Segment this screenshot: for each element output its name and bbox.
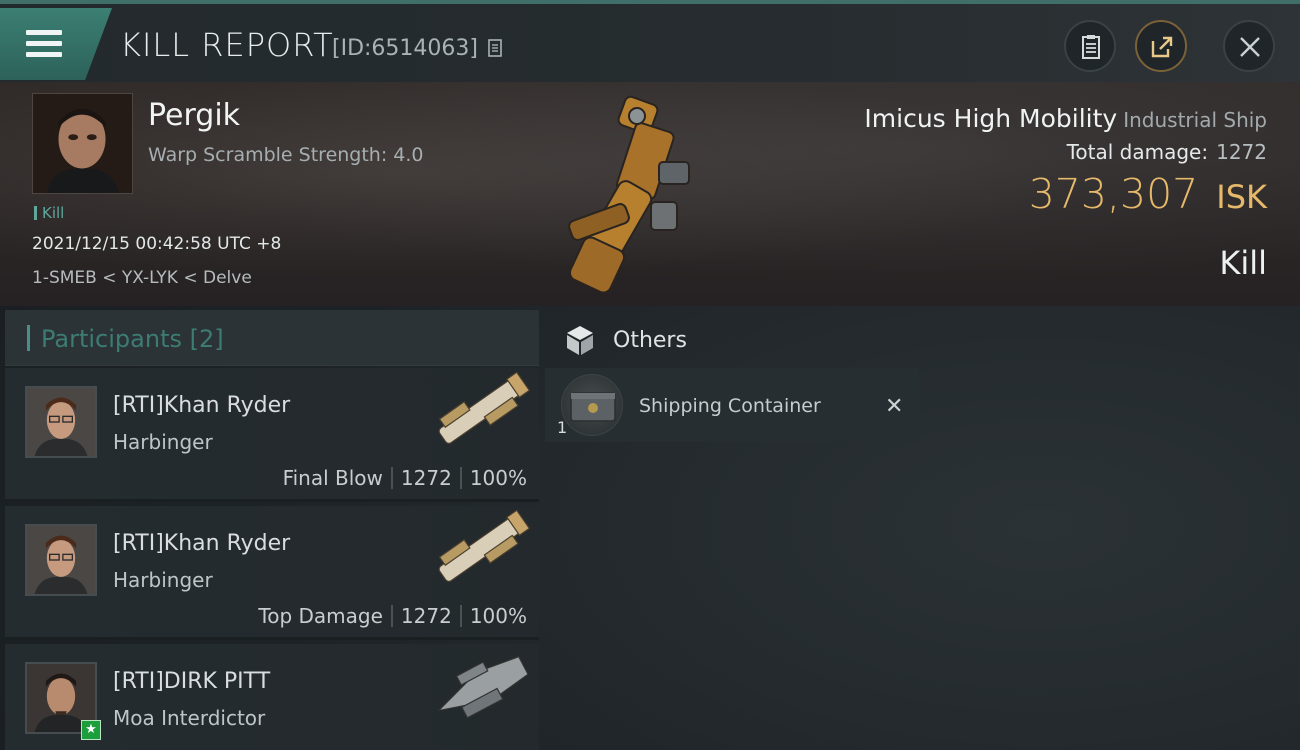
participant-ship-image xyxy=(438,510,531,582)
notes-button[interactable] xyxy=(1064,20,1116,72)
participant-name: [RTI]Khan Ryder xyxy=(113,531,291,556)
participant-name: [RTI]Khan Ryder xyxy=(113,393,291,418)
victim-portrait[interactable] xyxy=(32,93,133,194)
box-icon xyxy=(567,326,593,355)
victim-summary: Pergik Warp Scramble Strength: 4.0 Kill … xyxy=(0,82,1300,306)
item-name: Shipping Container xyxy=(639,395,821,417)
ship-name-text: Imicus High Mobility xyxy=(864,104,1118,133)
page-title: KILL REPORT xyxy=(120,26,334,64)
kill-report-window: KILL REPORT [ID:6514063] Pergik Warp Scr… xyxy=(0,0,1300,750)
share-button[interactable] xyxy=(1135,20,1187,72)
participant-row[interactable]: [RTI]Khan Ryder Harbinger Top Damage 1272… xyxy=(5,506,539,640)
item-destroyed-icon: ✕ xyxy=(885,394,904,419)
kill-tag: Kill xyxy=(34,204,64,222)
item-quantity: 1 xyxy=(557,418,568,437)
participants-accent-bar xyxy=(27,325,30,351)
kill-location[interactable]: 1-SMEB < YX-LYK < Delve xyxy=(32,268,252,288)
close-icon xyxy=(1240,37,1260,57)
participant-ship: Harbinger xyxy=(113,568,213,592)
warp-scramble-strength: Warp Scramble Strength: 4.0 xyxy=(148,144,424,166)
ship-class: Industrial Ship xyxy=(1123,108,1267,132)
menu-icon xyxy=(26,30,62,60)
victim-ship-image xyxy=(568,95,690,294)
participant-row[interactable]: ★ [RTI]DIRK PITT Moa Interdictor xyxy=(5,644,539,750)
isk-amount: 373,307 xyxy=(1028,170,1199,218)
participant-ship: Moa Interdictor xyxy=(113,706,266,730)
participant-stats: Final Blow 1272 100% xyxy=(283,466,527,490)
participant-percent: 100% xyxy=(469,466,527,490)
header-bar: KILL REPORT [ID:6514063] xyxy=(0,4,1300,82)
kill-datetime: 2021/12/15 00:42:58 UTC +8 xyxy=(32,234,282,254)
participants-header[interactable]: Participants [2] xyxy=(5,310,539,366)
participant-row[interactable]: [RTI]Khan Ryder Harbinger Final Blow 1272… xyxy=(5,368,539,502)
participant-name: [RTI]DIRK PITT xyxy=(113,669,271,694)
participant-portrait[interactable] xyxy=(25,386,97,458)
report-id: [ID:6514063] xyxy=(332,36,478,61)
copy-icon[interactable] xyxy=(486,39,504,59)
menu-button[interactable] xyxy=(0,8,112,80)
container-icon xyxy=(561,374,623,436)
total-damage: Total damage: 1272 xyxy=(1067,140,1267,164)
notepad-icon xyxy=(1082,35,1100,59)
share-icon xyxy=(1151,36,1173,58)
participant-role: Top Damage xyxy=(258,604,383,628)
participant-ship-image xyxy=(436,655,529,719)
participant-ship: Harbinger xyxy=(113,430,213,454)
participant-damage: 1272 xyxy=(400,604,452,628)
participant-ship-image xyxy=(438,372,531,444)
total-damage-value: 1272 xyxy=(1216,140,1267,164)
participants-label: Participants [2] xyxy=(41,325,224,353)
participant-role: Final Blow xyxy=(282,466,383,490)
participant-stats: Top Damage 1272 100% xyxy=(258,604,527,628)
victim-ship-name[interactable]: Imicus High Mobility Industrial Ship xyxy=(864,104,1267,133)
close-button[interactable] xyxy=(1223,20,1275,72)
total-damage-label: Total damage: xyxy=(1066,140,1209,164)
others-header[interactable]: Others xyxy=(545,310,1300,370)
isk-currency: ISK xyxy=(1216,178,1267,216)
participant-portrait[interactable] xyxy=(25,524,97,596)
victim-name: Pergik xyxy=(148,98,241,133)
kill-result: Kill xyxy=(1219,244,1267,282)
isk-value: 373,307 ISK xyxy=(1029,170,1267,218)
dropped-item-row[interactable]: 1 Shipping Container ✕ xyxy=(545,368,919,442)
star-badge-icon: ★ xyxy=(81,720,101,740)
participant-damage: 1272 xyxy=(400,466,452,490)
others-label: Others xyxy=(613,328,687,353)
participant-percent: 100% xyxy=(469,604,527,628)
